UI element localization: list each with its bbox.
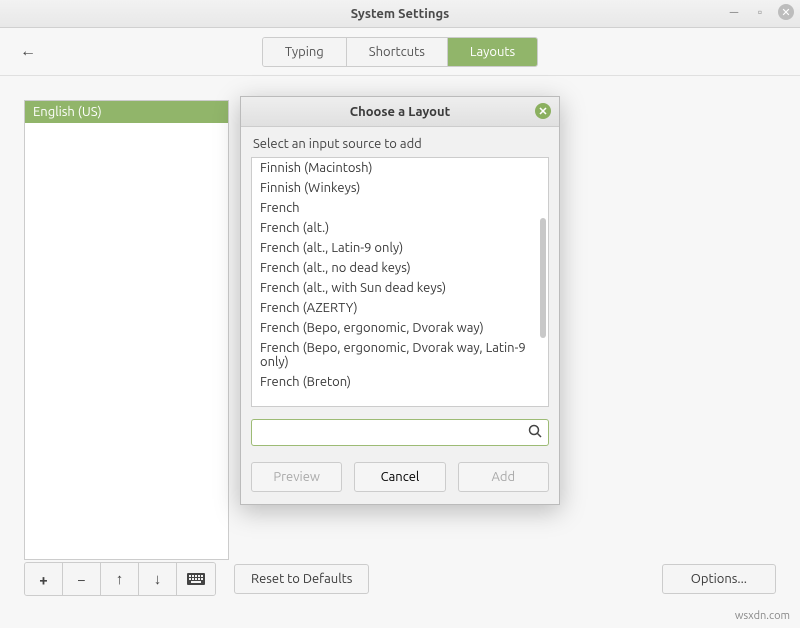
dialog-title: Choose a Layout — [350, 105, 450, 119]
bottom-bar: + − ↑ ↓ Reset to Defaults Options... — [24, 562, 776, 596]
maximize-icon[interactable]: ▫ — [752, 4, 768, 20]
tab-shortcuts[interactable]: Shortcuts — [347, 38, 448, 66]
input-source-list[interactable]: Finnish (Macintosh) Finnish (Winkeys) Fr… — [251, 157, 549, 407]
list-item[interactable]: French (alt., no dead keys) — [252, 258, 548, 278]
list-item[interactable]: French (alt., with Sun dead keys) — [252, 278, 548, 298]
dialog-titlebar: Choose a Layout ✕ — [241, 97, 559, 127]
add-layout-button[interactable]: + — [25, 563, 63, 595]
search-field-wrap[interactable] — [251, 419, 549, 446]
list-item[interactable]: Finnish (Macintosh) — [252, 158, 548, 178]
dialog-close-icon[interactable]: ✕ — [535, 103, 551, 119]
move-down-button[interactable]: ↓ — [139, 563, 177, 595]
minimize-icon[interactable]: ─ — [726, 4, 742, 20]
scrollbar-thumb[interactable] — [540, 218, 546, 338]
tab-typing[interactable]: Typing — [263, 38, 347, 66]
cancel-button[interactable]: Cancel — [354, 462, 445, 492]
tab-layouts[interactable]: Layouts — [448, 38, 537, 66]
move-up-button[interactable]: ↑ — [101, 563, 139, 595]
dialog-instruction: Select an input source to add — [253, 137, 549, 151]
list-item[interactable]: French (alt., Latin-9 only) — [252, 238, 548, 258]
list-item[interactable]: French (alt.) — [252, 218, 548, 238]
layout-item-selected[interactable]: English (US) — [25, 101, 228, 123]
tab-group: Typing Shortcuts Layouts — [262, 37, 538, 67]
list-item[interactable]: French (Bepo, ergonomic, Dvorak way) — [252, 318, 548, 338]
window-controls: ─ ▫ ✕ — [726, 4, 794, 20]
dialog-button-row: Preview Cancel Add — [251, 462, 549, 492]
options-button[interactable]: Options... — [662, 564, 776, 594]
layout-action-buttons: + − ↑ ↓ — [24, 562, 216, 596]
list-item[interactable]: French (Breton) — [252, 372, 548, 392]
choose-layout-dialog: Choose a Layout ✕ Select an input source… — [240, 96, 560, 505]
search-icon[interactable] — [528, 424, 542, 441]
back-button[interactable]: ← — [20, 42, 36, 61]
list-item[interactable]: French — [252, 198, 548, 218]
search-input[interactable] — [258, 426, 528, 440]
keyboard-icon[interactable] — [177, 563, 215, 595]
list-item[interactable]: French (Bepo, ergonomic, Dvorak way, Lat… — [252, 338, 548, 372]
titlebar: System Settings ─ ▫ ✕ — [0, 0, 800, 28]
close-icon[interactable]: ✕ — [778, 4, 794, 20]
watermark: wsxdn.com — [735, 610, 790, 622]
toolbar: ← Typing Shortcuts Layouts — [0, 28, 800, 76]
list-item[interactable]: French (AZERTY) — [252, 298, 548, 318]
list-item[interactable]: Finnish (Winkeys) — [252, 178, 548, 198]
window-title: System Settings — [351, 7, 450, 21]
installed-layouts-list[interactable]: English (US) — [24, 100, 229, 560]
add-button[interactable]: Add — [458, 462, 549, 492]
preview-button[interactable]: Preview — [251, 462, 342, 492]
dialog-body: Select an input source to add Finnish (M… — [241, 127, 559, 504]
reset-defaults-button[interactable]: Reset to Defaults — [234, 564, 369, 594]
remove-layout-button[interactable]: − — [63, 563, 101, 595]
